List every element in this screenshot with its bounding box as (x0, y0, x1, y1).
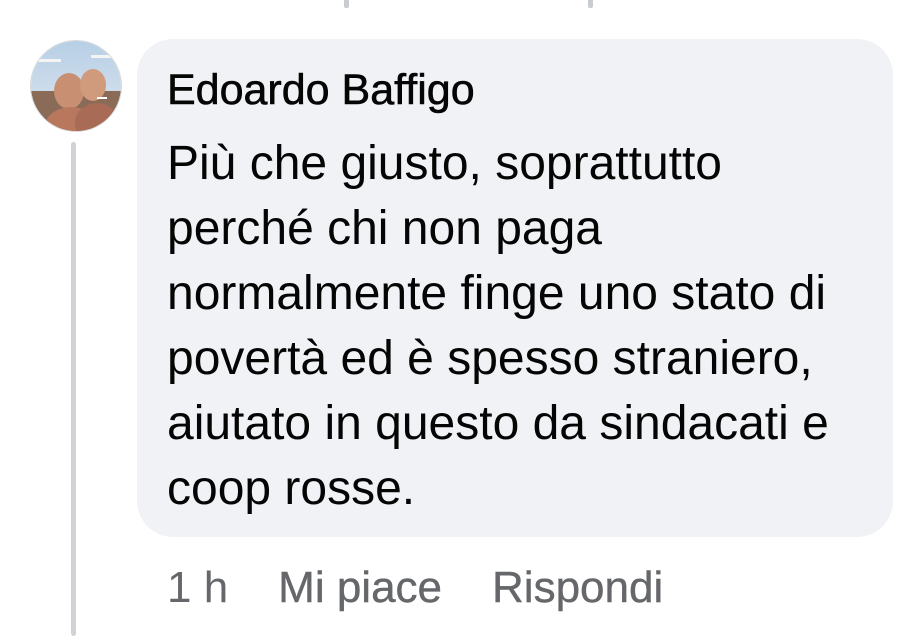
reply-button[interactable]: Rispondi (492, 563, 664, 613)
comment-actions: 1 h Mi piace Rispondi (167, 560, 663, 616)
avatar[interactable] (30, 40, 122, 132)
comment-text: Più che giusto, soprattutto perché chi n… (167, 137, 829, 515)
reply-thread-line (71, 142, 76, 636)
comment-author-name[interactable]: Edoardo Baffigo (167, 65, 863, 115)
like-button[interactable]: Mi piace (278, 563, 442, 613)
comment-thread: Edoardo Baffigo Più che giusto, soprattu… (0, 0, 921, 636)
comment-timestamp[interactable]: 1 h (167, 563, 228, 613)
comment-bubble: Edoardo Baffigo Più che giusto, soprattu… (137, 39, 893, 537)
